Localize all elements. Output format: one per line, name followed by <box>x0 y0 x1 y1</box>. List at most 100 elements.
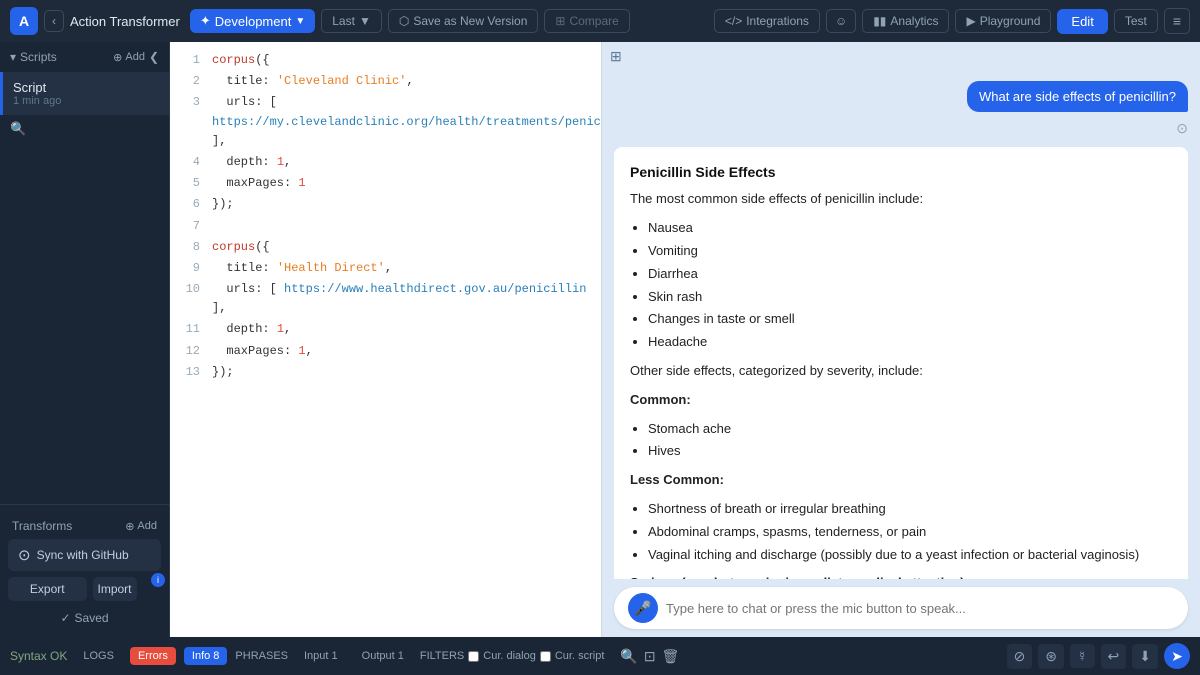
analytics-button[interactable]: ▮▮ Analytics <box>862 9 949 33</box>
code-line-2: 2 title: 'Cleveland Clinic', <box>170 71 601 92</box>
panel-toggle-button[interactable]: ⊞ <box>610 48 622 65</box>
chevron-down-icon: ▼ <box>359 14 371 28</box>
export-button[interactable]: Export <box>8 577 87 601</box>
last-button[interactable]: Last ▼ <box>321 9 382 33</box>
list-item: Skin rash <box>648 287 1172 308</box>
chart-icon: ▮▮ <box>873 14 886 28</box>
page-title: Action Transformer <box>70 14 180 29</box>
bottom-toolbar: Syntax OK LOGS Errors Info 8 PHRASES Inp… <box>0 637 1200 675</box>
dev-button[interactable]: ✦ Development ▼ <box>190 9 315 33</box>
scripts-header: ▾ Scripts ⊕ Add ❮ <box>0 42 169 72</box>
list-item: Nausea <box>648 218 1172 239</box>
logs-tab[interactable]: LOGS <box>75 647 122 665</box>
bottom-icons: 🔍 ⊡ 🗑 <box>612 648 687 665</box>
code-line-11: 11 depth: 1, <box>170 319 601 340</box>
chevron-down-icon: ▾ <box>10 50 16 64</box>
filters-label: FILTERS Cur. dialog Cur. script <box>420 650 605 662</box>
code-line-4: 4 depth: 1, <box>170 152 601 173</box>
response-intro: The most common side effects of penicill… <box>630 189 1172 210</box>
list-item: Hives <box>648 441 1172 462</box>
errors-tab[interactable]: Errors <box>130 647 176 665</box>
sync-github-button[interactable]: ⊙ Sync with GitHub <box>8 539 161 571</box>
integrations-button[interactable]: </> Integrations <box>714 9 820 33</box>
github-icon: ⊙ <box>18 546 31 564</box>
plus-icon: ⊕ <box>113 51 122 64</box>
back-button[interactable]: ‹ <box>44 10 64 32</box>
import-button[interactable]: Import <box>93 577 137 601</box>
delete-icon-btn[interactable]: 🗑 <box>662 648 680 665</box>
send-button[interactable]: ➤ <box>1164 643 1190 669</box>
list-item: Headache <box>648 332 1172 353</box>
chat-input-row: 🎤 <box>614 587 1188 629</box>
search-icon-btn[interactable]: 🔍 <box>620 648 637 665</box>
syntax-status: Syntax OK <box>10 649 67 663</box>
output-tab[interactable]: Output 1 <box>354 647 412 665</box>
list-item: Stomach ache <box>648 419 1172 440</box>
test-button[interactable]: Test <box>1114 9 1158 33</box>
chat-input[interactable] <box>666 601 1174 616</box>
save-button[interactable]: ⬡ Save as New Version <box>388 9 539 33</box>
collapse-button[interactable]: ❮ <box>149 50 159 64</box>
mic-button[interactable]: 🎤 <box>628 593 658 623</box>
add-transform-button[interactable]: ⊕ Add <box>125 520 157 533</box>
icon-button-1[interactable]: ☺ <box>826 9 856 33</box>
action-btn-4[interactable]: ↩ <box>1101 644 1127 669</box>
import-wrapper: Import i <box>93 577 162 601</box>
code-line-13: 13 }); <box>170 362 601 383</box>
phrases-label: PHRASES <box>235 650 288 662</box>
sidebar-bottom: Transforms ⊕ Add ⊙ Sync with GitHub Expo… <box>0 504 169 637</box>
action-btn-3[interactable]: ☿ <box>1070 644 1095 668</box>
code-line-10: 10 urls: [ https://www.healthdirect.gov.… <box>170 279 601 319</box>
code-line-3: 3 urls: [ https://my.clevelandclinic.org… <box>170 92 601 152</box>
sidebar-search-row: 🔍 <box>0 115 169 143</box>
right-panel: ⊞ What are side effects of penicillin? ⊙… <box>602 42 1200 637</box>
response-title: Penicillin Side Effects <box>630 161 1172 183</box>
script-item[interactable]: Script 1 min ago <box>0 72 169 115</box>
common-symptoms-list: Nausea Vomiting Diarrhea Skin rash Chang… <box>630 218 1172 353</box>
bottom-right-panel: ⊘ ⊛ ☿ ↩ ⬇ ➤ <box>997 643 1200 669</box>
action-btn-5[interactable]: ⬇ <box>1132 644 1158 669</box>
code-line-6: 6 }); <box>170 194 601 215</box>
action-btn-1[interactable]: ⊘ <box>1007 644 1033 669</box>
edit-button[interactable]: Edit <box>1057 9 1107 34</box>
code-line-12: 12 maxPages: 1, <box>170 341 601 362</box>
sidebar: ▾ Scripts ⊕ Add ❮ Script 1 min ago 🔍 Tra… <box>0 42 170 637</box>
less-common-list: Shortness of breath or irregular breathi… <box>630 499 1172 565</box>
code-editor[interactable]: 1 corpus({ 2 title: 'Cleveland Clinic', … <box>170 42 602 637</box>
dev-icon: ✦ <box>200 13 211 29</box>
other-intro: Other side effects, categorized by sever… <box>630 361 1172 382</box>
search-icon[interactable]: 🔍 <box>10 121 26 136</box>
script-time: 1 min ago <box>13 95 159 107</box>
menu-button[interactable]: ≡ <box>1164 8 1190 34</box>
list-item: Shortness of breath or irregular breathi… <box>648 499 1172 520</box>
cur-dialog-checkbox[interactable] <box>468 651 479 662</box>
common-label: Common: <box>630 390 1172 411</box>
compare-icon: ⊞ <box>555 14 565 28</box>
topnav: A ‹ Action Transformer ✦ Development ▼ L… <box>0 0 1200 42</box>
code-line-7: 7 <box>170 216 601 237</box>
user-message-container: What are side effects of penicillin? ⊙ <box>614 81 1188 137</box>
common-list: Stomach ache Hives <box>630 419 1172 463</box>
list-item: Vaginal itching and discharge (possibly … <box>648 545 1172 566</box>
plus-icon: ⊕ <box>125 520 134 533</box>
add-script-button[interactable]: ⊕ Add <box>113 51 145 64</box>
info-tab[interactable]: Info 8 <box>184 647 228 665</box>
input-tab[interactable]: Input 1 <box>296 647 346 665</box>
play-icon: ▶ <box>966 14 975 28</box>
chevron-down-icon: ▼ <box>295 16 305 27</box>
playground-button[interactable]: ▶ Playground <box>955 9 1051 33</box>
compare-button[interactable]: ⊞ Compare <box>544 9 629 33</box>
cur-script-checkbox[interactable] <box>540 651 551 662</box>
save-icon: ⬡ <box>399 14 409 28</box>
app-logo: A <box>10 7 38 35</box>
scripts-actions: ⊕ Add ❮ <box>113 50 159 64</box>
chat-area: What are side effects of penicillin? ⊙ P… <box>602 71 1200 579</box>
list-item: Changes in taste or smell <box>648 309 1172 330</box>
import-badge: i <box>151 573 165 587</box>
copy-button[interactable]: ⊙ <box>1176 120 1188 137</box>
topnav-right: </> Integrations ☺ ▮▮ Analytics ▶ Playgr… <box>714 8 1190 34</box>
list-item: Diarrhea <box>648 264 1172 285</box>
copy-icon-btn[interactable]: ⊡ <box>644 648 656 665</box>
code-line-8: 8 corpus({ <box>170 237 601 258</box>
action-btn-2[interactable]: ⊛ <box>1038 644 1064 669</box>
